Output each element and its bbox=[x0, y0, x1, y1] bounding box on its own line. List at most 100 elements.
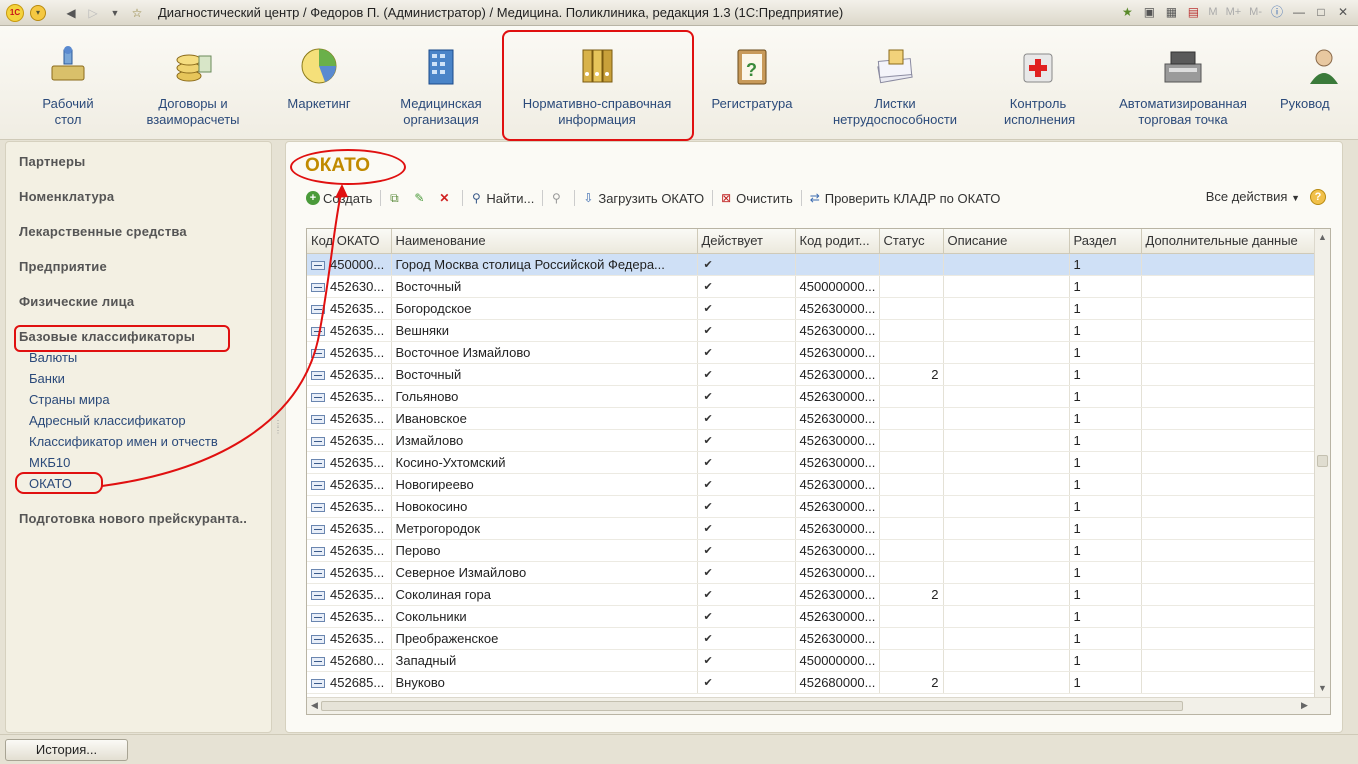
table-cell[interactable]: 452630000... bbox=[795, 605, 880, 628]
table-cell[interactable] bbox=[1141, 561, 1316, 584]
table-cell[interactable] bbox=[879, 649, 944, 672]
table-cell[interactable]: Вешняки bbox=[391, 319, 698, 342]
table-row[interactable]: 452630... Восточный ✔ 450000000... 1 bbox=[307, 275, 1316, 298]
table-cell[interactable]: ✔ bbox=[697, 385, 796, 408]
table-row[interactable]: 452685... Внуково ✔ 452680000... 2 1 bbox=[307, 671, 1316, 694]
help-icon[interactable]: ? bbox=[1310, 189, 1326, 205]
table-cell[interactable] bbox=[879, 451, 944, 474]
table-cell[interactable]: Сокольники bbox=[391, 605, 698, 628]
table-cell[interactable]: 452635... bbox=[307, 341, 392, 364]
table-cell[interactable]: 452635... bbox=[307, 297, 392, 320]
nav-group-persons[interactable]: Физические лица bbox=[19, 294, 134, 309]
info-icon[interactable]: ⓘ bbox=[1268, 3, 1286, 20]
table-cell[interactable] bbox=[1141, 605, 1316, 628]
table-cell[interactable]: 452635... bbox=[307, 319, 392, 342]
table-cell[interactable]: ✔ bbox=[697, 253, 796, 276]
table-cell[interactable] bbox=[1141, 429, 1316, 452]
table-row[interactable]: 452635... Ивановское ✔ 452630000... 1 bbox=[307, 407, 1316, 430]
table-cell[interactable] bbox=[879, 627, 944, 650]
table-cell[interactable] bbox=[879, 275, 944, 298]
forward-icon[interactable]: ▷ bbox=[84, 4, 102, 22]
table-cell[interactable] bbox=[879, 319, 944, 342]
table-row[interactable]: 452635... Вешняки ✔ 452630000... 1 bbox=[307, 319, 1316, 342]
table-cell[interactable] bbox=[943, 451, 1070, 474]
table-cell[interactable]: 452635... bbox=[307, 605, 392, 628]
table-cell[interactable]: ✔ bbox=[697, 605, 796, 628]
column-header[interactable]: Код ОКАТО bbox=[307, 229, 392, 254]
table-cell[interactable] bbox=[943, 605, 1070, 628]
table-cell[interactable] bbox=[1141, 363, 1316, 386]
table-cell[interactable] bbox=[943, 473, 1070, 496]
table-cell[interactable] bbox=[943, 649, 1070, 672]
table-cell[interactable]: 1 bbox=[1069, 605, 1142, 628]
table-cell[interactable] bbox=[943, 319, 1070, 342]
table-cell[interactable]: ✔ bbox=[697, 517, 796, 540]
table-cell[interactable]: 452630000... bbox=[795, 539, 880, 562]
memory-plus-button[interactable]: M+ bbox=[1224, 6, 1244, 18]
table-cell[interactable]: Гольяново bbox=[391, 385, 698, 408]
table-cell[interactable]: 452635... bbox=[307, 583, 392, 606]
table-cell[interactable]: 452630000... bbox=[795, 561, 880, 584]
section-registry[interactable]: ? Регистратура bbox=[704, 46, 800, 112]
memory-button[interactable]: M bbox=[1206, 6, 1219, 18]
table-cell[interactable] bbox=[879, 495, 944, 518]
table-cell[interactable]: 1 bbox=[1069, 473, 1142, 496]
restore-icon[interactable]: □ bbox=[1312, 5, 1330, 19]
column-header[interactable]: Дополнительные данные bbox=[1141, 229, 1316, 254]
link-icon[interactable]: ▣ bbox=[1140, 5, 1158, 19]
table-cell[interactable] bbox=[943, 539, 1070, 562]
column-header[interactable]: Наименование bbox=[391, 229, 698, 254]
main-menu-icon[interactable]: ▾ bbox=[30, 4, 46, 21]
close-icon[interactable]: ✕ bbox=[1334, 5, 1352, 19]
nav-group-enterprise[interactable]: Предприятие bbox=[19, 259, 107, 274]
table-cell[interactable] bbox=[1141, 583, 1316, 606]
table-cell[interactable]: Богородское bbox=[391, 297, 698, 320]
section-contracts[interactable]: Договоры и взаиморасчеты bbox=[140, 46, 246, 128]
table-cell[interactable]: 452635... bbox=[307, 561, 392, 584]
table-cell[interactable]: 1 bbox=[1069, 385, 1142, 408]
check-kladr-button[interactable]: ⇄ Проверить КЛАДР по ОКАТО bbox=[808, 191, 1001, 206]
nav-item-address-classifier[interactable]: Адресный классификатор bbox=[29, 413, 186, 428]
table-cell[interactable] bbox=[1141, 627, 1316, 650]
table-cell[interactable]: 452635... bbox=[307, 495, 392, 518]
table-cell[interactable]: ✔ bbox=[697, 319, 796, 342]
table-cell[interactable] bbox=[879, 517, 944, 540]
app-logo-icon[interactable]: 1С bbox=[6, 3, 24, 22]
column-header[interactable]: Действует bbox=[697, 229, 796, 254]
table-cell[interactable]: Восточный bbox=[391, 275, 698, 298]
cancel-search-button[interactable]: ⚲ bbox=[549, 191, 566, 205]
nav-item-banks[interactable]: Банки bbox=[29, 371, 65, 386]
table-cell[interactable]: 1 bbox=[1069, 517, 1142, 540]
table-cell[interactable]: ✔ bbox=[697, 473, 796, 496]
table-cell[interactable]: 452630000... bbox=[795, 297, 880, 320]
table-cell[interactable] bbox=[1141, 517, 1316, 540]
table-cell[interactable]: 450000... bbox=[307, 253, 392, 276]
table-cell[interactable]: ✔ bbox=[697, 495, 796, 518]
table-cell[interactable] bbox=[1141, 407, 1316, 430]
table-cell[interactable] bbox=[879, 429, 944, 452]
table-cell[interactable] bbox=[879, 473, 944, 496]
table-cell[interactable]: ✔ bbox=[697, 539, 796, 562]
table-cell[interactable] bbox=[1141, 539, 1316, 562]
section-desktop[interactable]: Рабочий стол bbox=[38, 46, 98, 128]
table-cell[interactable]: ✔ bbox=[697, 627, 796, 650]
table-cell[interactable] bbox=[1141, 319, 1316, 342]
table-cell[interactable] bbox=[943, 297, 1070, 320]
favorite-star-icon[interactable]: ☆ bbox=[128, 4, 146, 22]
table-cell[interactable]: 452635... bbox=[307, 429, 392, 452]
table-cell[interactable] bbox=[943, 253, 1070, 276]
find-button[interactable]: ⚲ Найти... bbox=[469, 191, 534, 206]
table-cell[interactable]: Северное Измайлово bbox=[391, 561, 698, 584]
back-icon[interactable]: ◀ bbox=[62, 4, 80, 22]
table-cell[interactable] bbox=[879, 605, 944, 628]
create-button[interactable]: + Создать bbox=[306, 191, 372, 206]
table-cell[interactable]: Новогиреево bbox=[391, 473, 698, 496]
history-dropdown-icon[interactable]: ▼ bbox=[106, 4, 124, 22]
table-cell[interactable] bbox=[879, 253, 944, 276]
minimize-icon[interactable]: — bbox=[1290, 5, 1308, 19]
table-cell[interactable]: ✔ bbox=[697, 429, 796, 452]
column-header[interactable]: Описание bbox=[943, 229, 1070, 254]
table-row[interactable]: 452635... Богородское ✔ 452630000... 1 bbox=[307, 297, 1316, 320]
table-cell[interactable]: 452635... bbox=[307, 407, 392, 430]
table-cell[interactable]: 1 bbox=[1069, 583, 1142, 606]
